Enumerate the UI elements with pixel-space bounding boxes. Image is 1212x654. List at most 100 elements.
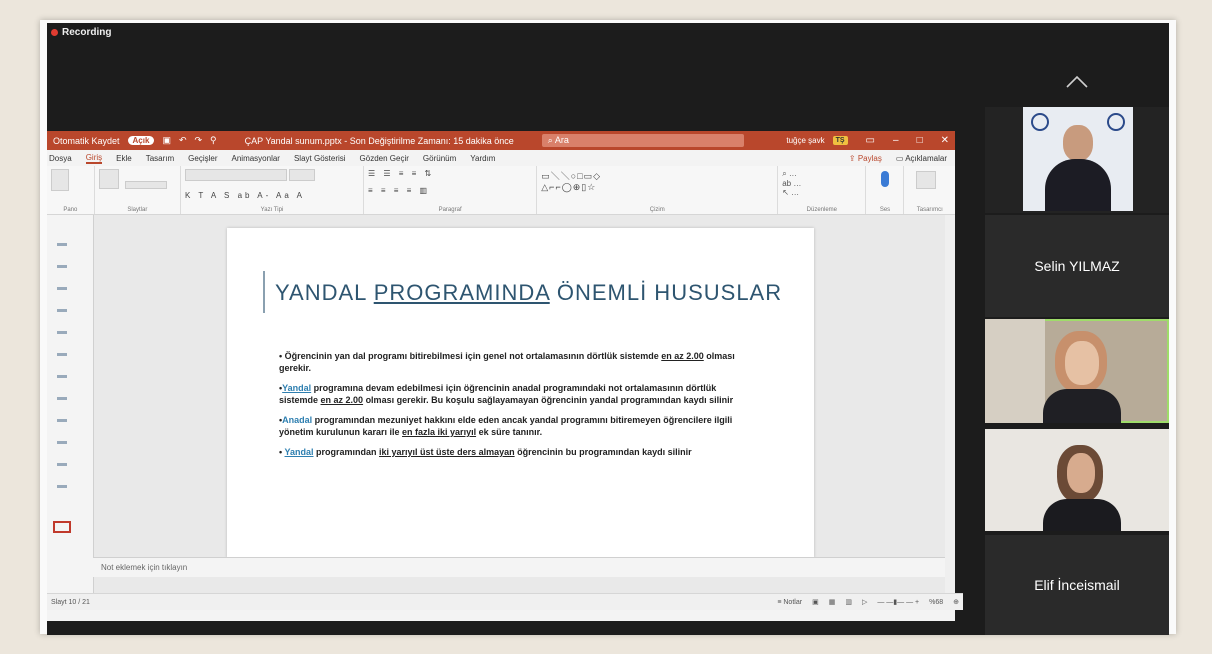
autosave-label: Otomatik Kaydet (53, 135, 120, 146)
slide-thumbnail[interactable] (57, 243, 67, 246)
selected-slide-thumbnail[interactable] (53, 521, 71, 533)
tab-animations[interactable]: Animasyonlar (232, 154, 280, 163)
zoom-level[interactable]: %68 (929, 599, 943, 606)
slide-thumbnail[interactable] (57, 331, 67, 334)
select-icon[interactable]: ↖ … (782, 188, 861, 197)
ribbon-tabs: Dosya Giriş Ekle Tasarım Geçişler Animas… (47, 150, 955, 166)
share-button[interactable]: ⇪ Paylaş (849, 154, 882, 163)
slide-counter: Slayt 10 / 21 (51, 598, 90, 606)
slide-thumbnail[interactable] (57, 375, 67, 378)
chevron-up-icon[interactable] (1065, 75, 1089, 89)
fit-slide-icon[interactable]: ⊕ (953, 598, 959, 606)
ribbon-group-label: Yazı Tipi (260, 207, 284, 213)
slideshow-view-icon[interactable]: ▷ (862, 598, 867, 606)
paste-icon[interactable] (51, 169, 69, 191)
slide-thumbnail-pane[interactable] (47, 215, 94, 593)
bullet-text: ek süre tanınır. (476, 427, 543, 437)
participant-name: Elif İnceismail (1034, 577, 1120, 593)
comments-label: Açıklamalar (905, 153, 947, 163)
font-name-select[interactable] (184, 169, 287, 181)
vertical-scrollbar[interactable] (945, 215, 955, 593)
list-icons[interactable]: ☰ ☰ ≡ ≡ ⇅ (368, 169, 532, 178)
normal-view-icon[interactable]: ▣ (812, 598, 819, 606)
undo-icon[interactable]: ↶ (179, 135, 187, 146)
reading-view-icon[interactable]: ▥ (845, 598, 852, 606)
tab-help[interactable]: Yardım (470, 154, 495, 163)
save-icon[interactable]: ▣ (162, 135, 171, 146)
designer-icon[interactable] (916, 171, 937, 189)
slide-thumbnail[interactable] (57, 463, 67, 466)
tab-insert[interactable]: Ekle (116, 154, 132, 163)
tab-transitions[interactable]: Geçişler (188, 154, 217, 163)
new-slide-icon[interactable] (98, 169, 119, 189)
tab-home[interactable]: Giriş (85, 153, 103, 164)
close-icon[interactable]: ✕ (941, 135, 949, 146)
bullet-emphasis: en az 2.00 (320, 395, 364, 405)
slide-thumbnail[interactable] (57, 441, 67, 444)
slide-thumbnail[interactable] (57, 309, 67, 312)
notes-toggle-button[interactable]: ≡ Notlar (777, 599, 802, 606)
person-body (1043, 499, 1121, 531)
ribbon-group-slides: Slaytlar (95, 166, 181, 214)
ribbon-group-voice: Ses (866, 166, 905, 214)
slide-title-part: YANDAL (275, 280, 374, 305)
bullet-text: olması gerekir. Bu koşulu sağlayamayan ö… (363, 395, 734, 405)
editing-workspace: YANDAL PROGRAMINDA ÖNEMLİ HUSUSLAR • Öğr… (47, 215, 955, 593)
align-icons[interactable]: ≡ ≡ ≡ ≡ ▥ (368, 186, 532, 195)
comments-button[interactable]: ▭ Açıklamalar (896, 154, 947, 163)
quick-access-icon[interactable]: ⚲ (210, 135, 217, 146)
tab-slideshow[interactable]: Slayt Gösterisi (294, 154, 346, 163)
participant-name: Selin YILMAZ (1034, 258, 1120, 274)
bullet-item: •Anadal programından mezuniyet hakkını e… (279, 415, 733, 437)
slide-thumbnail[interactable] (57, 397, 67, 400)
current-slide[interactable]: YANDAL PROGRAMINDA ÖNEMLİ HUSUSLAR • Öğr… (227, 228, 814, 558)
ribbon-group-paragraph: ☰ ☰ ≡ ≡ ⇅ ≡ ≡ ≡ ≡ ▥ Paragraf (364, 166, 538, 214)
slide-thumbnail[interactable] (57, 287, 67, 290)
search-box[interactable]: ⌕ Ara (541, 134, 744, 147)
participant-tile[interactable]: Selin YILMAZ (985, 215, 1169, 317)
ribbon-group-label: Çizim (649, 207, 665, 213)
tab-review[interactable]: Gözden Geçir (360, 154, 409, 163)
logo-icon (1031, 113, 1049, 131)
participant-tile[interactable]: Elif İnceismail (985, 535, 1169, 635)
dictate-icon[interactable] (880, 171, 889, 187)
record-dot-icon (51, 29, 58, 36)
bullet-emphasis: en fazla iki yarıyıl (402, 427, 477, 437)
slide-title-part: ÖNEMLİ HUSUSLAR (549, 280, 783, 305)
participant-tile[interactable] (985, 107, 1169, 213)
participant-tile[interactable] (985, 429, 1169, 531)
background-wall (985, 319, 1045, 423)
ribbon-group-label: Paragraf (438, 207, 462, 213)
status-bar: Slayt 10 / 21 ≡ Notlar ▣ ▦ ▥ ▷ — —▮— — +… (47, 593, 963, 610)
font-format-icons[interactable]: K T A S ab A- Aa A (185, 191, 359, 200)
minimize-icon[interactable]: – (893, 135, 899, 146)
ribbon-group-label: Tasarımcı (916, 207, 943, 213)
ribbon-group-drawing: ▭＼＼○□▭◇ △⌐⌐◯⊕▯☆ Çizim (537, 166, 779, 214)
person-face (1067, 453, 1095, 493)
autosave-toggle[interactable]: Açık (127, 136, 155, 145)
shapes-gallery-icon[interactable]: ▭＼＼○□▭◇ (541, 169, 773, 182)
tab-file[interactable]: Dosya (49, 154, 72, 163)
replace-icon[interactable]: ab … (782, 179, 861, 188)
slide-thumbnail[interactable] (57, 353, 67, 356)
shapes-gallery-icon[interactable]: △⌐⌐◯⊕▯☆ (541, 182, 773, 193)
font-size-select[interactable] (288, 169, 315, 181)
slide-thumbnail[interactable] (57, 485, 67, 488)
sorter-view-icon[interactable]: ▦ (829, 598, 836, 606)
find-icon[interactable]: ⌕ … (782, 169, 861, 179)
ribbon-options-icon[interactable]: ▭ (866, 135, 875, 146)
user-avatar[interactable]: TŞ (832, 136, 848, 145)
person-face (1065, 341, 1099, 385)
redo-icon[interactable]: ↷ (195, 135, 203, 146)
slide-thumbnail[interactable] (57, 419, 67, 422)
slide-thumbnail[interactable] (57, 265, 67, 268)
ribbon-group-label: Slaytlar (127, 207, 148, 213)
layout-button[interactable] (124, 181, 167, 189)
notes-pane[interactable]: Not eklemek için tıklayın (93, 557, 945, 577)
tab-design[interactable]: Tasarım (146, 154, 174, 163)
tab-view[interactable]: Görünüm (423, 154, 456, 163)
participant-tile-active-speaker[interactable] (985, 319, 1169, 423)
zoom-slider[interactable]: — —▮— — + (877, 598, 919, 606)
user-name[interactable]: tuğçe şavk (786, 136, 824, 145)
maximize-icon[interactable]: □ (917, 135, 923, 146)
